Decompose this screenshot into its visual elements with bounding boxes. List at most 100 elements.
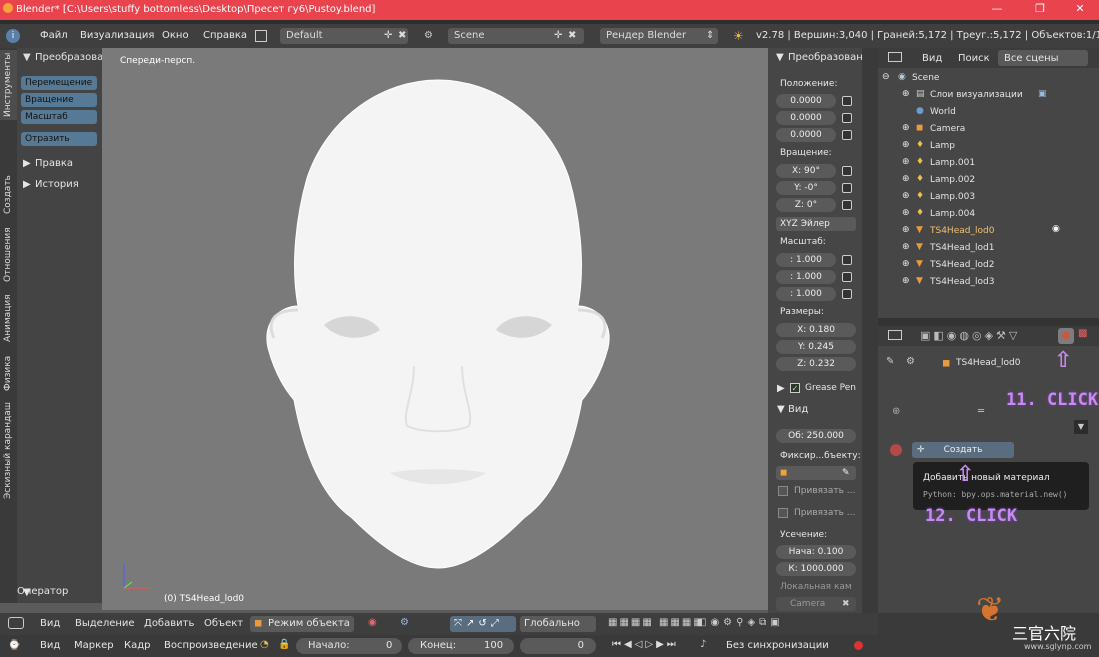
layout-grid-icon[interactable] bbox=[255, 30, 267, 42]
scale-x-field[interactable]: : 1.000 bbox=[776, 253, 836, 267]
head-model[interactable] bbox=[102, 48, 768, 610]
expand-icon[interactable]: ▶ bbox=[23, 179, 31, 190]
collapse-icon[interactable]: ▼ bbox=[23, 52, 31, 63]
add-layout-icon[interactable]: ✛ bbox=[384, 28, 392, 44]
audio-icon[interactable]: ♪ bbox=[700, 639, 706, 650]
mode-select[interactable]: ◼ Режим объекта bbox=[250, 616, 354, 632]
sync-mode-select[interactable]: Без синхронизации bbox=[726, 640, 829, 651]
grease-pencil-panel[interactable]: Grease Pen bbox=[805, 383, 856, 393]
frame-start-field[interactable]: Начало: 0 bbox=[296, 638, 402, 654]
dim-x-field[interactable]: X: 0.180 bbox=[776, 323, 856, 337]
clear-icon[interactable]: ✖ bbox=[842, 597, 850, 611]
tab-grease-pencil[interactable]: Эскизный карандаш bbox=[0, 400, 17, 500]
expand-icon[interactable]: ▶ bbox=[23, 158, 31, 169]
location-y-field[interactable]: 0.0000 bbox=[776, 111, 836, 125]
scale-y-field[interactable]: : 1.000 bbox=[776, 270, 836, 284]
expand-icon[interactable]: ⊕ bbox=[902, 242, 910, 252]
render-engine-select[interactable]: Рендер Blender ⇕ bbox=[600, 28, 718, 44]
timeline-menu-marker[interactable]: Маркер bbox=[74, 640, 114, 651]
chevron-down-icon[interactable]: ▼ bbox=[1074, 420, 1088, 434]
clip-end-field[interactable]: К: 1000.000 bbox=[776, 562, 856, 576]
close-button[interactable]: ✕ bbox=[1066, 2, 1094, 18]
outliner-row[interactable]: ⊕ ◼ Camera bbox=[878, 121, 1099, 138]
texture-tab-icon[interactable]: ▩ bbox=[1078, 328, 1087, 339]
remove-layout-icon[interactable]: ✖ bbox=[398, 28, 406, 44]
outliner-row[interactable]: ⊕ ♦ Lamp.004 bbox=[878, 206, 1099, 223]
collapse-icon[interactable]: ▼ bbox=[776, 52, 784, 63]
info-icon[interactable]: i bbox=[6, 29, 20, 43]
menu-render[interactable]: Визуализация bbox=[80, 30, 154, 41]
tab-animation[interactable]: Анимация bbox=[0, 290, 17, 346]
local-camera-field[interactable]: Camera ✖ bbox=[776, 597, 856, 611]
grease-pencil-checkbox[interactable]: ✓ bbox=[790, 383, 800, 393]
location-z-field[interactable]: 0.0000 bbox=[776, 128, 836, 142]
operator-panel[interactable]: Оператор bbox=[17, 586, 68, 597]
outliner-row[interactable]: ⊕ ▼ TS4Head_lod3 bbox=[878, 274, 1099, 291]
location-x-field[interactable]: 0.0000 bbox=[776, 94, 836, 108]
manipulator-icons[interactable]: ⤧↗↺⤢ bbox=[450, 616, 516, 632]
lock-icon[interactable] bbox=[842, 130, 852, 140]
material-tab-icon[interactable]: ● bbox=[1058, 328, 1074, 344]
collapse-icon[interactable]: ▼ bbox=[777, 404, 785, 415]
add-slot-icon[interactable]: ⊕ bbox=[892, 406, 900, 417]
lock-icon[interactable] bbox=[842, 255, 852, 265]
context-tabs[interactable]: ▣◧◉◍◎◈⚒▽ bbox=[920, 329, 1020, 342]
bind-checkbox[interactable] bbox=[778, 508, 788, 518]
tab-relations[interactable]: Отношения bbox=[0, 224, 17, 286]
outliner-menu-search[interactable]: Поиск bbox=[958, 53, 990, 64]
panel-edit[interactable]: Правка bbox=[35, 158, 73, 169]
playback-controls[interactable]: ⏮◀◁▷▶⏭ bbox=[612, 639, 679, 650]
tab-tools[interactable]: Инструменты bbox=[0, 50, 17, 120]
pin-icon[interactable]: ✎ bbox=[886, 356, 894, 367]
outliner-row[interactable]: ⊕ ▤ Слои визуализации ▣ bbox=[878, 87, 1099, 104]
menu-window[interactable]: Окно bbox=[162, 30, 189, 41]
lock-icon[interactable] bbox=[842, 289, 852, 299]
mirror-button[interactable]: Отразить bbox=[21, 132, 97, 146]
expand-icon[interactable]: ▶ bbox=[777, 383, 785, 394]
expand-icon[interactable]: ⊕ bbox=[902, 225, 910, 235]
outliner-row[interactable]: ⊕ ▼ TS4Head_lod0 ◉ bbox=[878, 223, 1099, 240]
outliner-row[interactable]: ⊕ ♦ Lamp.001 bbox=[878, 155, 1099, 172]
timeline-editor-icon[interactable]: ⌚ bbox=[8, 640, 20, 651]
outliner-row[interactable]: ⊕ ♦ Lamp.002 bbox=[878, 172, 1099, 189]
expand-icon[interactable]: ⊕ bbox=[902, 191, 910, 201]
layout-field[interactable]: Default ✛ ✖ bbox=[280, 28, 408, 44]
outliner-row[interactable]: ⊕ ▼ TS4Head_lod2 bbox=[878, 257, 1099, 274]
scale-z-field[interactable]: : 1.000 bbox=[776, 287, 836, 301]
minimize-button[interactable]: — bbox=[983, 2, 1011, 18]
rotation-z-field[interactable]: Z: 0° bbox=[776, 198, 836, 212]
scene-field[interactable]: Scene ✛ ✖ bbox=[448, 28, 584, 44]
panel-header-transform[interactable]: Преобразова bbox=[35, 52, 103, 63]
expand-icon[interactable]: ⊕ bbox=[902, 89, 910, 99]
expand-icon[interactable]: ⊕ bbox=[902, 140, 910, 150]
display-mode-select[interactable]: Все сцены bbox=[998, 50, 1088, 66]
eyedropper-icon[interactable]: ✎ bbox=[842, 466, 850, 480]
expand-icon[interactable]: ⊕ bbox=[902, 276, 910, 286]
lock-icon[interactable] bbox=[842, 96, 852, 106]
snap-tools[interactable]: ◧◉⚙⚲◈⧉▣ bbox=[697, 617, 784, 628]
lock-icon[interactable] bbox=[842, 183, 852, 193]
properties-editor-icon[interactable] bbox=[888, 330, 902, 340]
view-panel-header[interactable]: Вид bbox=[788, 404, 808, 415]
lock-icon[interactable] bbox=[842, 166, 852, 176]
panel-header-transform[interactable]: Преобразован bbox=[788, 52, 863, 63]
maximize-button[interactable]: ❐ bbox=[1026, 2, 1054, 18]
expand-icon[interactable]: ⊕ bbox=[902, 123, 910, 133]
outliner-editor-icon[interactable] bbox=[888, 52, 902, 62]
rotation-x-field[interactable]: X: 90° bbox=[776, 164, 836, 178]
editor-type-icon[interactable] bbox=[8, 617, 24, 629]
menu-add[interactable]: Добавить bbox=[144, 618, 194, 629]
menu-object[interactable]: Объект bbox=[204, 618, 243, 629]
frame-end-field[interactable]: Конец: 100 bbox=[408, 638, 514, 654]
lens-field[interactable]: Об: 250.000 bbox=[776, 429, 856, 443]
eye-icon[interactable]: ◉ bbox=[1052, 224, 1060, 234]
dim-z-field[interactable]: Z: 0.232 bbox=[776, 357, 856, 371]
rotation-mode-select[interactable]: XYZ Эйлер bbox=[776, 217, 856, 231]
timeline-menu-playback[interactable]: Воспроизведение bbox=[164, 640, 258, 651]
translate-button[interactable]: Перемещение bbox=[21, 76, 97, 90]
tab-create[interactable]: Создать bbox=[0, 170, 17, 220]
tab-physics[interactable]: Физика bbox=[0, 350, 17, 396]
orientation-select[interactable]: Глобально bbox=[520, 616, 596, 632]
collapse-icon[interactable]: ⊖ bbox=[882, 72, 890, 82]
pivot-icon[interactable]: ⚙ bbox=[400, 617, 409, 628]
